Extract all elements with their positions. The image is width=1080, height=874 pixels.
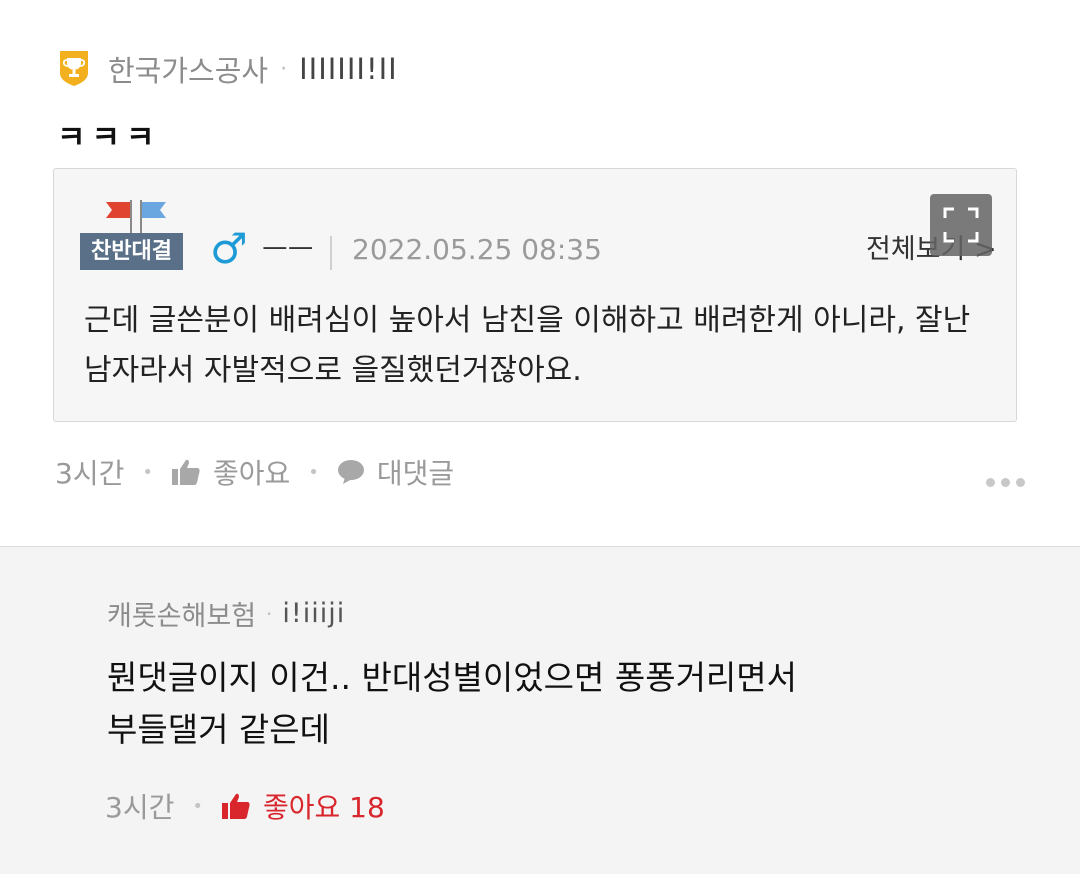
reply-body-line: 부들댈거 같은데 [107,710,331,749]
comment-body: ㅋㅋㅋ [57,120,161,156]
more-options-button[interactable] [986,472,1032,492]
flags-icon [104,198,168,238]
reply-button[interactable]: 대댓글 [377,452,454,492]
comment-author-line[interactable]: 한국가스공사 · IIIIIII!II [108,48,398,90]
reply-author-name[interactable]: 캐롯손해보험 [107,594,256,633]
reply-body: 뭔댓글이지 이건.. 반대성별이었으면 퐁퐁거리면서 부들댈거 같은데 [107,652,1007,756]
male-gender-icon: ♂ [210,224,248,273]
more-dot [1001,477,1010,487]
reply-body-line: 뭔댓글이지 이건.. 반대성별이었으면 퐁퐁거리면서 [107,658,798,697]
reply-like-button[interactable]: 좋아요 18 [221,786,385,826]
author-separator: · [280,56,288,82]
speech-bubble-icon[interactable] [337,459,365,485]
thumbs-up-icon[interactable] [171,458,201,486]
reply-author-nickname[interactable]: i!iiiji [282,598,345,629]
trophy-badge-icon [57,49,91,87]
reply-author-line[interactable]: 캐롯손해보험 · i!iiiji [107,594,345,633]
reply-like-label: 좋아요 18 [262,791,385,824]
fullscreen-expand-button[interactable] [930,194,992,256]
quote-author-nickname[interactable]: ㅡㅡ [262,232,314,268]
comment-time: 3시간 [55,457,125,490]
reply-meta-row: 3시간 • 좋아요 18 [105,786,385,826]
meta-dot: • [308,461,319,483]
meta-dot: • [142,461,153,483]
expand-icon [943,207,979,243]
meta-dot: • [192,795,203,817]
more-dot [986,477,995,487]
reply-time: 3시간 [105,791,175,824]
quote-text: 근데 글쓴분이 배려심이 높아서 남친을 이해하고 배려한게 아니라, 잘난 남… [84,303,971,388]
comment-author-nickname[interactable]: IIIIIII!II [299,52,398,86]
like-button[interactable]: 좋아요 [213,452,290,492]
thumbs-up-icon [221,792,251,820]
more-dot [1016,477,1025,487]
divider [330,236,332,270]
quote-date: 2022.05.25 08:35 [352,233,602,266]
board-tag[interactable]: 찬반대결 [80,233,183,270]
comment-author-name[interactable]: 한국가스공사 [108,48,268,90]
author-separator: · [266,601,273,626]
comment-meta-row: 3시간 • 좋아요 • 대댓글 [55,452,454,492]
